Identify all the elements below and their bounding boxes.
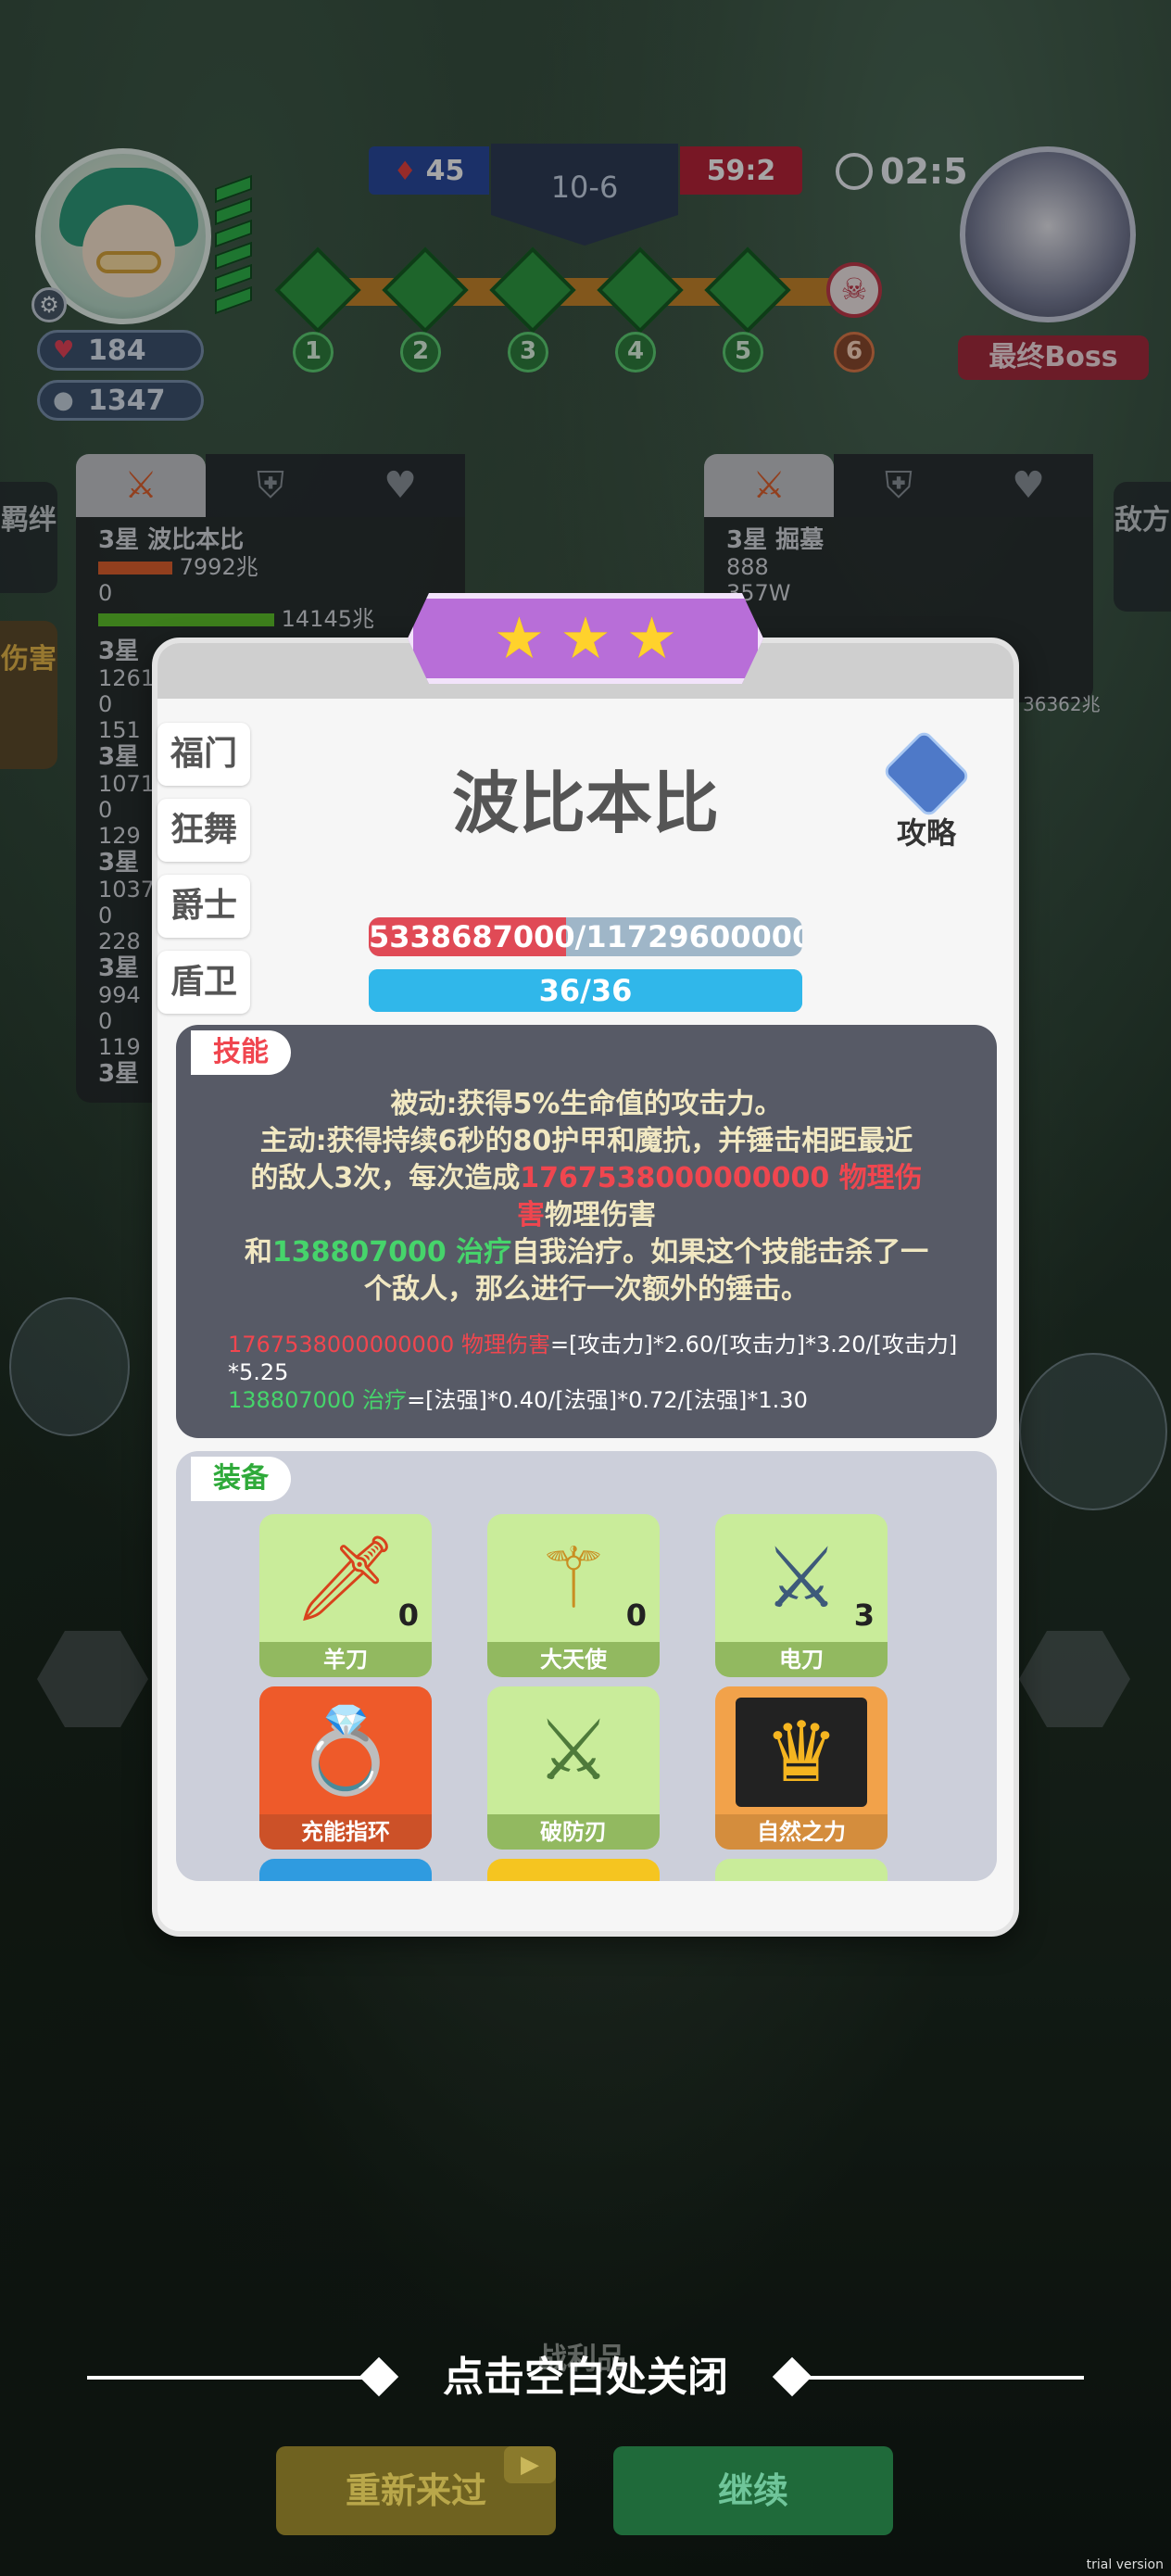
skill-damage-value: 1767538000000000 物理伤 xyxy=(520,1162,923,1194)
equip-item[interactable]: 🗡 0 羊刀 xyxy=(259,1514,432,1677)
item-name: 破防刃 xyxy=(487,1814,660,1850)
formula-heal: 138807000 治疗 xyxy=(228,1387,408,1413)
item-name: 大天使 xyxy=(487,1642,660,1677)
equip-item[interactable]: ⚚ 0 大天使 xyxy=(487,1514,660,1677)
skill-line: 的敌人3次，每次造成 xyxy=(250,1162,521,1194)
star-icon: ★ xyxy=(560,604,611,672)
skill-line: 主动:获得持续6秒的80护甲和魔抗，并锤击相距最近 xyxy=(259,1125,913,1157)
close-hint-text: 点击空白处关闭 xyxy=(443,2354,728,2401)
item-name: 电刀 xyxy=(715,1642,888,1677)
equipment-section: 装备 🗡 0 羊刀 ⚚ 0 大天使 ⚔ 3 电刀 💍 充能指环 ⚔ 破防刃 ♛ … xyxy=(176,1451,997,1881)
equip-tag: 装备 xyxy=(191,1457,291,1501)
item-icon: ♛ xyxy=(736,1698,867,1807)
formula-text: =[法强]*0.40/[法强]*0.72/[法强]*1.30 xyxy=(407,1387,808,1413)
item-count: 3 xyxy=(853,1597,875,1633)
graduation-cap-icon xyxy=(881,728,972,819)
hero-hp-bar: 5338687000/11729600000 xyxy=(369,917,802,956)
trait-item[interactable]: 爵士 xyxy=(157,875,250,938)
skill-formulas: 1767538000000000 物理伤害=[攻击力]*2.60/[攻击力]*3… xyxy=(228,1331,969,1414)
star-rating-banner: ★ ★ ★ xyxy=(408,593,763,684)
item-name: 羊刀 xyxy=(259,1642,432,1677)
skill-damage-value: 害 xyxy=(517,1199,545,1231)
skill-line: 个敌人，那么进行一次额外的锤击。 xyxy=(364,1273,809,1306)
skill-description: 被动:获得5%生命值的攻击力。 主动:获得持续6秒的80护甲和魔抗，并锤击相距最… xyxy=(213,1086,960,1308)
skill-line: 和 xyxy=(244,1236,272,1269)
trial-watermark: trial version xyxy=(1086,2557,1164,2572)
formula-damage: 1767538000000000 物理伤害 xyxy=(228,1332,550,1357)
star-icon: ★ xyxy=(625,604,678,672)
skill-line: 被动:获得5%生命值的攻击力。 xyxy=(390,1088,783,1120)
equip-item[interactable]: 💍 充能指环 xyxy=(259,1686,432,1850)
guide-button[interactable]: 攻略 xyxy=(871,728,982,852)
video-icon: ▶ xyxy=(504,2446,556,2483)
equip-item[interactable]: ♛ 自然之力 xyxy=(715,1686,888,1850)
equip-item[interactable] xyxy=(715,1859,888,1881)
close-hint[interactable]: 点击空白处关闭 xyxy=(87,2350,1084,2406)
item-name: 自然之力 xyxy=(715,1814,888,1850)
equip-item[interactable]: ⚔ 破防刃 xyxy=(487,1686,660,1850)
trait-list: 福门 狂舞 爵士 盾卫 xyxy=(157,723,252,1027)
mana-text: 36/36 xyxy=(538,973,633,1008)
equip-item[interactable]: ⚔ 3 电刀 xyxy=(715,1514,888,1677)
skill-section: 技能 被动:获得5%生命值的攻击力。 主动:获得持续6秒的80护甲和魔抗，并锤击… xyxy=(176,1025,997,1438)
formula-text: *5.25 xyxy=(228,1359,289,1385)
formula-text: =[攻击力]*2.60/[攻击力]*3.20/[攻击力] xyxy=(549,1332,958,1357)
guide-label: 攻略 xyxy=(896,815,956,851)
hp-text: 5338687000/11729600000 xyxy=(369,919,802,954)
item-name: 充能指环 xyxy=(259,1814,432,1850)
item-count: 0 xyxy=(397,1597,419,1633)
star-icon: ★ xyxy=(493,604,546,672)
continue-button[interactable]: 继续 xyxy=(613,2446,893,2535)
trait-item[interactable]: 盾卫 xyxy=(157,951,250,1014)
skill-tag: 技能 xyxy=(191,1030,291,1075)
hero-mana-bar: 36/36 xyxy=(369,969,802,1012)
equip-item[interactable] xyxy=(487,1859,660,1881)
item-icon: 💍 xyxy=(293,1701,398,1799)
equip-item[interactable] xyxy=(259,1859,432,1881)
item-icon: ⚔ xyxy=(535,1701,611,1799)
skill-line: 物理伤害 xyxy=(545,1199,656,1231)
trait-item[interactable]: 福门 xyxy=(157,723,250,786)
skill-line: 自我治疗。如果这个技能击杀了一 xyxy=(511,1236,929,1269)
item-count: 0 xyxy=(625,1597,647,1633)
trait-item[interactable]: 狂舞 xyxy=(157,799,250,862)
skill-heal-value: 138807000 治疗 xyxy=(271,1236,512,1269)
